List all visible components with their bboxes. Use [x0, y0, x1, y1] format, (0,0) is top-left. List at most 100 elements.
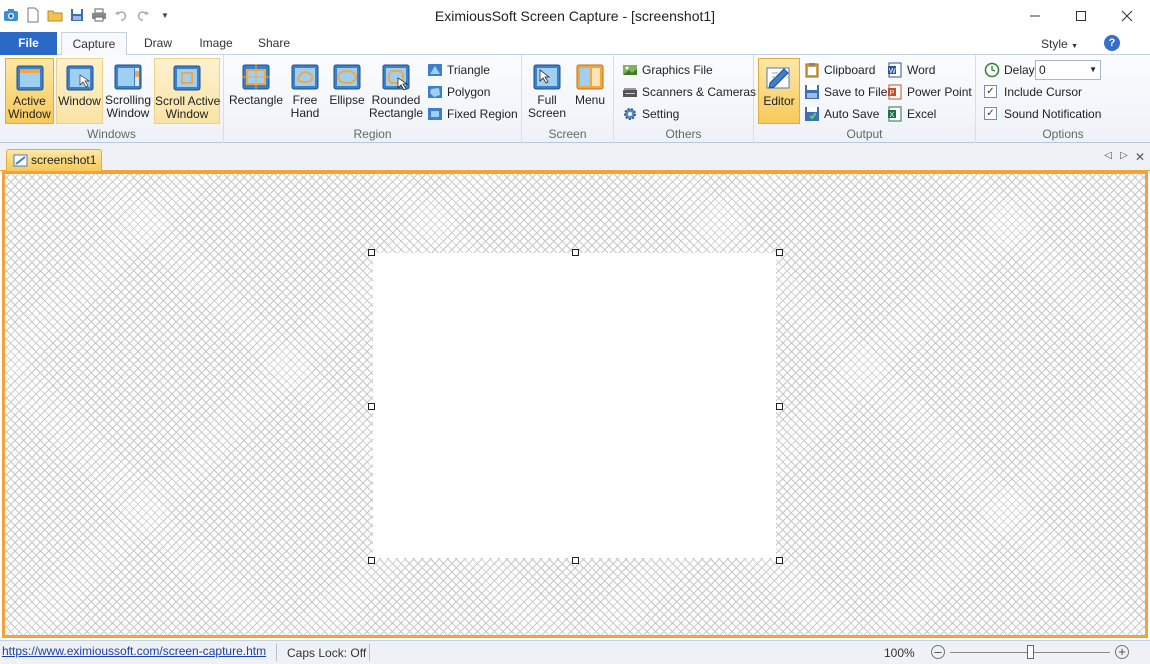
- region-group-label: Region: [353, 127, 392, 141]
- scroll-right-icon[interactable]: ▷: [1118, 150, 1130, 164]
- scrolling-window-icon: [114, 64, 142, 90]
- close-document-icon[interactable]: ✕: [1134, 150, 1146, 164]
- document-image-icon: [13, 154, 28, 167]
- rectangle-button[interactable]: Rectangle: [228, 58, 284, 124]
- website-link[interactable]: https://www.eximioussoft.com/screen-capt…: [2, 644, 266, 658]
- tab-capture[interactable]: Capture: [61, 32, 127, 56]
- excel-label: Excel: [907, 107, 937, 121]
- save-file-icon: [805, 85, 819, 99]
- document-tab-strip: screenshot1 ◁ ▷ ✕: [0, 143, 1150, 171]
- fixed-region-icon: [428, 108, 442, 120]
- zoom-in-icon[interactable]: +: [1115, 645, 1129, 659]
- windows-group-label: Windows: [87, 127, 136, 141]
- tab-file[interactable]: File: [0, 32, 57, 55]
- graphics-file-button[interactable]: Graphics File: [622, 60, 713, 80]
- window-button[interactable]: Window: [56, 58, 103, 124]
- power-point-button[interactable]: P Power Point: [887, 82, 972, 102]
- include-cursor-checkbox[interactable]: ✓ Include Cursor: [984, 82, 1082, 102]
- excel-button[interactable]: X Excel: [887, 104, 936, 124]
- delay-value: 0: [1039, 63, 1046, 77]
- resize-handle-right[interactable]: [776, 403, 783, 410]
- style-dropdown[interactable]: Style ▼: [1041, 37, 1078, 51]
- resize-handle-top-left[interactable]: [368, 249, 375, 256]
- window-title: EximiousSoft Screen Capture - [screensho…: [434, 8, 716, 24]
- caps-lock-status: Caps Lock: Off: [287, 646, 367, 660]
- resize-handle-top-right[interactable]: [776, 249, 783, 256]
- svg-text:P: P: [890, 90, 895, 97]
- clipboard-icon: [805, 63, 819, 78]
- windows-group: Active Window Window Scrolling Window Sc…: [0, 55, 224, 143]
- options-group-label: Options: [1042, 127, 1084, 141]
- style-label: Style: [1041, 37, 1068, 51]
- graphics-file-icon: [623, 65, 637, 75]
- maximize-icon[interactable]: [1058, 0, 1104, 32]
- resize-handle-top[interactable]: [572, 249, 579, 256]
- clock-icon: [984, 62, 1000, 78]
- polygon-label: Polygon: [447, 85, 491, 99]
- clipboard-label: Clipboard: [824, 63, 876, 77]
- editor-button[interactable]: Editor: [758, 58, 800, 124]
- delay-select[interactable]: 0 ▼: [1035, 60, 1101, 80]
- resize-handle-bottom[interactable]: [572, 557, 579, 564]
- ribbon: Active Window Window Scrolling Window Sc…: [0, 55, 1150, 143]
- polygon-button[interactable]: Polygon: [427, 82, 490, 102]
- output-group-label: Output: [846, 127, 883, 141]
- include-cursor-check[interactable]: ✓: [984, 85, 997, 98]
- tab-draw[interactable]: Draw: [135, 32, 181, 55]
- auto-save-icon: [805, 107, 819, 121]
- sound-notification-label: Sound Notification: [1004, 107, 1102, 121]
- ellipse-button[interactable]: Ellipse: [327, 58, 367, 124]
- excel-icon: X: [888, 106, 902, 122]
- document-tab-screenshot1[interactable]: screenshot1: [6, 149, 102, 171]
- zoom-slider-thumb[interactable]: [1027, 645, 1034, 659]
- help-icon[interactable]: ?: [1104, 35, 1120, 51]
- word-icon: W: [888, 62, 902, 78]
- free-hand-button[interactable]: Free Hand: [287, 58, 323, 124]
- editor-icon: [766, 67, 790, 89]
- include-cursor-label: Include Cursor: [1004, 85, 1083, 99]
- ribbon-tab-row: File Capture Draw Image Share Style ▼ ?: [0, 32, 1150, 56]
- active-window-button[interactable]: Active Window: [5, 58, 54, 124]
- resize-handle-left[interactable]: [368, 403, 375, 410]
- menu-capture-button[interactable]: Menu: [571, 58, 609, 124]
- zoom-out-icon[interactable]: –: [931, 645, 945, 659]
- active-window-label: Active Window: [8, 94, 51, 121]
- setting-button[interactable]: Setting: [622, 104, 679, 124]
- scroll-active-window-button[interactable]: Scroll Active Window: [154, 58, 220, 124]
- scanners-cameras-label: Scanners & Cameras: [642, 85, 757, 99]
- ellipse-label: Ellipse: [329, 93, 365, 107]
- word-button[interactable]: W Word: [887, 60, 935, 80]
- scroll-left-icon[interactable]: ◁: [1102, 150, 1114, 164]
- sound-notification-check[interactable]: ✓: [984, 107, 997, 120]
- rounded-rectangle-button[interactable]: Rounded Rectangle: [369, 58, 423, 124]
- minimize-icon[interactable]: [1012, 0, 1058, 32]
- auto-save-button[interactable]: Auto Save: [804, 104, 879, 124]
- tab-image[interactable]: Image: [192, 32, 240, 55]
- close-icon[interactable]: [1104, 0, 1150, 32]
- rectangle-label: Rectangle: [228, 93, 284, 107]
- triangle-label: Triangle: [447, 63, 490, 77]
- sound-notification-checkbox[interactable]: ✓ Sound Notification: [984, 104, 1101, 124]
- word-label: Word: [907, 63, 936, 77]
- rounded-rectangle-icon: [382, 64, 410, 91]
- document-tab-label: screenshot1: [31, 153, 97, 167]
- capture-area[interactable]: [373, 253, 776, 558]
- resize-handle-bottom-right[interactable]: [776, 557, 783, 564]
- tab-share[interactable]: Share: [251, 32, 297, 55]
- resize-handle-bottom-left[interactable]: [368, 557, 375, 564]
- chevron-down-icon: ▼: [1089, 65, 1097, 74]
- powerpoint-icon: P: [888, 84, 902, 100]
- clipboard-button[interactable]: Clipboard: [804, 60, 875, 80]
- auto-save-label: Auto Save: [824, 107, 880, 121]
- output-group: Editor Clipboard Save to File Auto Save …: [754, 55, 976, 143]
- full-screen-button[interactable]: Full Screen: [525, 58, 569, 124]
- graphics-file-label: Graphics File: [642, 63, 713, 77]
- scanners-cameras-button[interactable]: Scanners & Cameras: [622, 82, 756, 102]
- status-bar: https://www.eximioussoft.com/screen-capt…: [0, 640, 1150, 664]
- menu-capture-label: Menu: [574, 93, 606, 107]
- triangle-button[interactable]: Triangle: [427, 60, 490, 80]
- save-to-file-button[interactable]: Save to File: [804, 82, 887, 102]
- scrolling-window-button[interactable]: Scrolling Window: [104, 58, 152, 124]
- fixed-region-button[interactable]: Fixed Region: [427, 104, 518, 124]
- window-icon: [66, 65, 93, 91]
